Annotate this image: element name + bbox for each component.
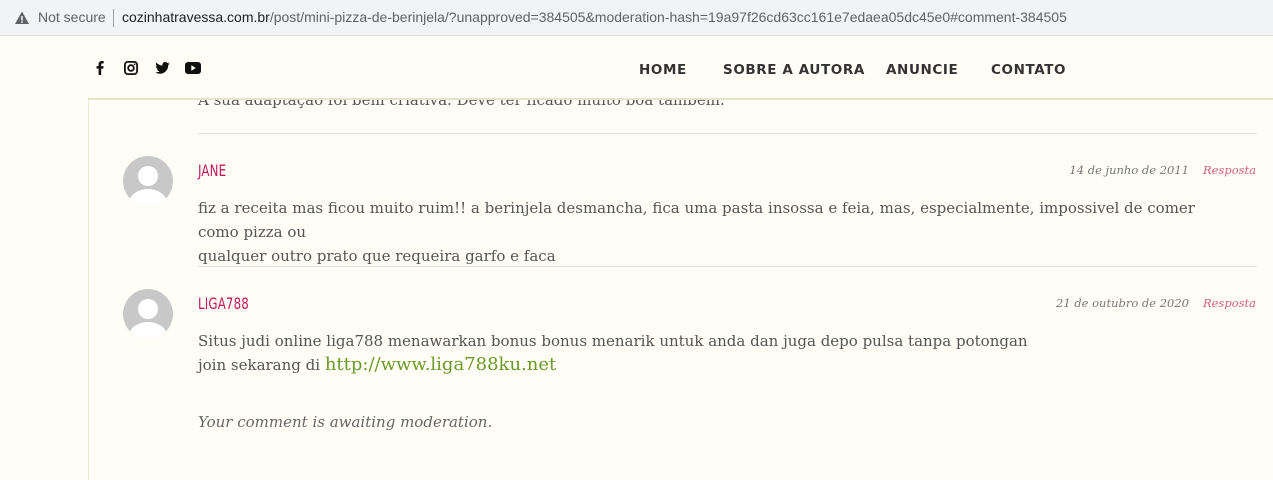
- nav-anuncie[interactable]: ANUNCIE: [886, 62, 958, 78]
- comment-author[interactable]: LIGA788: [198, 294, 249, 313]
- nav-contato[interactable]: CONTATO: [991, 62, 1066, 78]
- nav-sobre-a-autora[interactable]: SOBRE A AUTORA: [723, 62, 865, 78]
- browser-address-bar: Not secure cozinhatravessa.com.br/post/m…: [0, 0, 1273, 36]
- moderation-note: Your comment is awaiting moderation.: [198, 413, 493, 431]
- comment-body: fiz a receita mas ficou muito ruim!! a b…: [198, 196, 1238, 268]
- comment-line: fiz a receita mas ficou muito ruim!! a b…: [198, 199, 1195, 241]
- comment-line: Situs judi online liga788 menawarkan bon…: [198, 332, 1028, 350]
- reply-link[interactable]: Resposta: [1203, 296, 1256, 310]
- comment-line: join sekarang di http://www.liga788ku.ne…: [198, 353, 1238, 377]
- previous-comment-text: A sua adaptação foi bem criativa. Deve t…: [198, 100, 725, 109]
- comment-divider: [198, 133, 1257, 134]
- comment-date[interactable]: 14 de junho de 2011: [1069, 163, 1189, 177]
- comment-line: qualquer outro prato que requeira garfo …: [198, 247, 556, 265]
- comments-section: A sua adaptação foi bem criativa. Deve t…: [88, 100, 1273, 480]
- comment-date[interactable]: 21 de outubro de 2020: [1056, 296, 1189, 310]
- facebook-icon[interactable]: [92, 60, 108, 76]
- avatar: [123, 289, 173, 339]
- site-header: HOME SOBRE A AUTORA ANUNCIE CONTATO: [0, 36, 1273, 98]
- url-path: /post/mini-pizza-de-berinjela/?unapprove…: [269, 9, 1067, 25]
- nav-home[interactable]: HOME: [639, 62, 687, 78]
- avatar: [123, 156, 173, 206]
- comment-divider: [198, 266, 1257, 267]
- warning-icon: [15, 11, 29, 24]
- url-field[interactable]: cozinhatravessa.com.br/post/mini-pizza-d…: [122, 9, 1067, 25]
- comment-text: join sekarang di: [198, 356, 325, 374]
- comment-body: Situs judi online liga788 menawarkan bon…: [198, 329, 1238, 377]
- youtube-icon[interactable]: [185, 60, 201, 76]
- instagram-icon[interactable]: [123, 60, 139, 76]
- url-host: cozinhatravessa.com.br: [122, 9, 270, 25]
- reply-link[interactable]: Resposta: [1203, 163, 1256, 177]
- comment-author[interactable]: JANE: [198, 161, 226, 180]
- address-divider: [113, 9, 114, 27]
- comment-link[interactable]: http://www.liga788ku.net: [325, 354, 556, 375]
- twitter-icon[interactable]: [154, 60, 170, 76]
- security-label[interactable]: Not secure: [38, 9, 106, 25]
